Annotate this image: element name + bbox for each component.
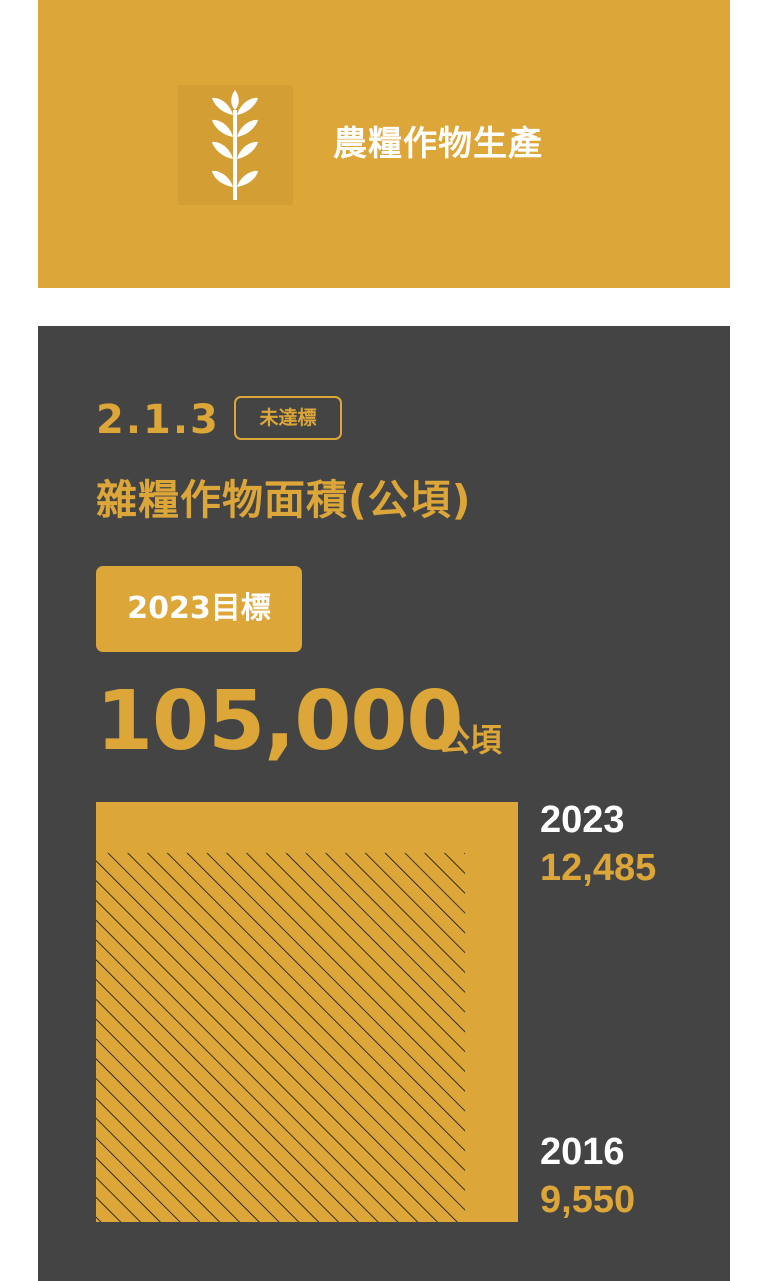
icon-container	[178, 85, 293, 205]
wheat-icon	[212, 90, 258, 200]
year-label-2016: 2016	[540, 1131, 625, 1173]
target-unit: 公頃	[438, 721, 503, 759]
value-label-2023: 12,485	[540, 847, 657, 889]
target-value: 105,000	[96, 674, 463, 769]
bar-2016	[96, 852, 466, 1222]
indicator-card: 2.1.3 未達標 雜糧作物面積(公頃) 2023目標 105,000 公頃 2…	[38, 326, 730, 1281]
page-title: 農糧作物生產	[333, 124, 543, 164]
year-label-2023: 2023	[540, 799, 625, 841]
value-label-2016: 9,550	[540, 1179, 636, 1221]
indicator-code: 2.1.3	[96, 397, 220, 443]
section-header: 農糧作物生產	[38, 0, 730, 288]
status-badge: 未達標	[234, 396, 342, 440]
indicator-title: 雜糧作物面積(公頃)	[96, 476, 472, 524]
target-badge: 2023目標	[96, 566, 302, 652]
